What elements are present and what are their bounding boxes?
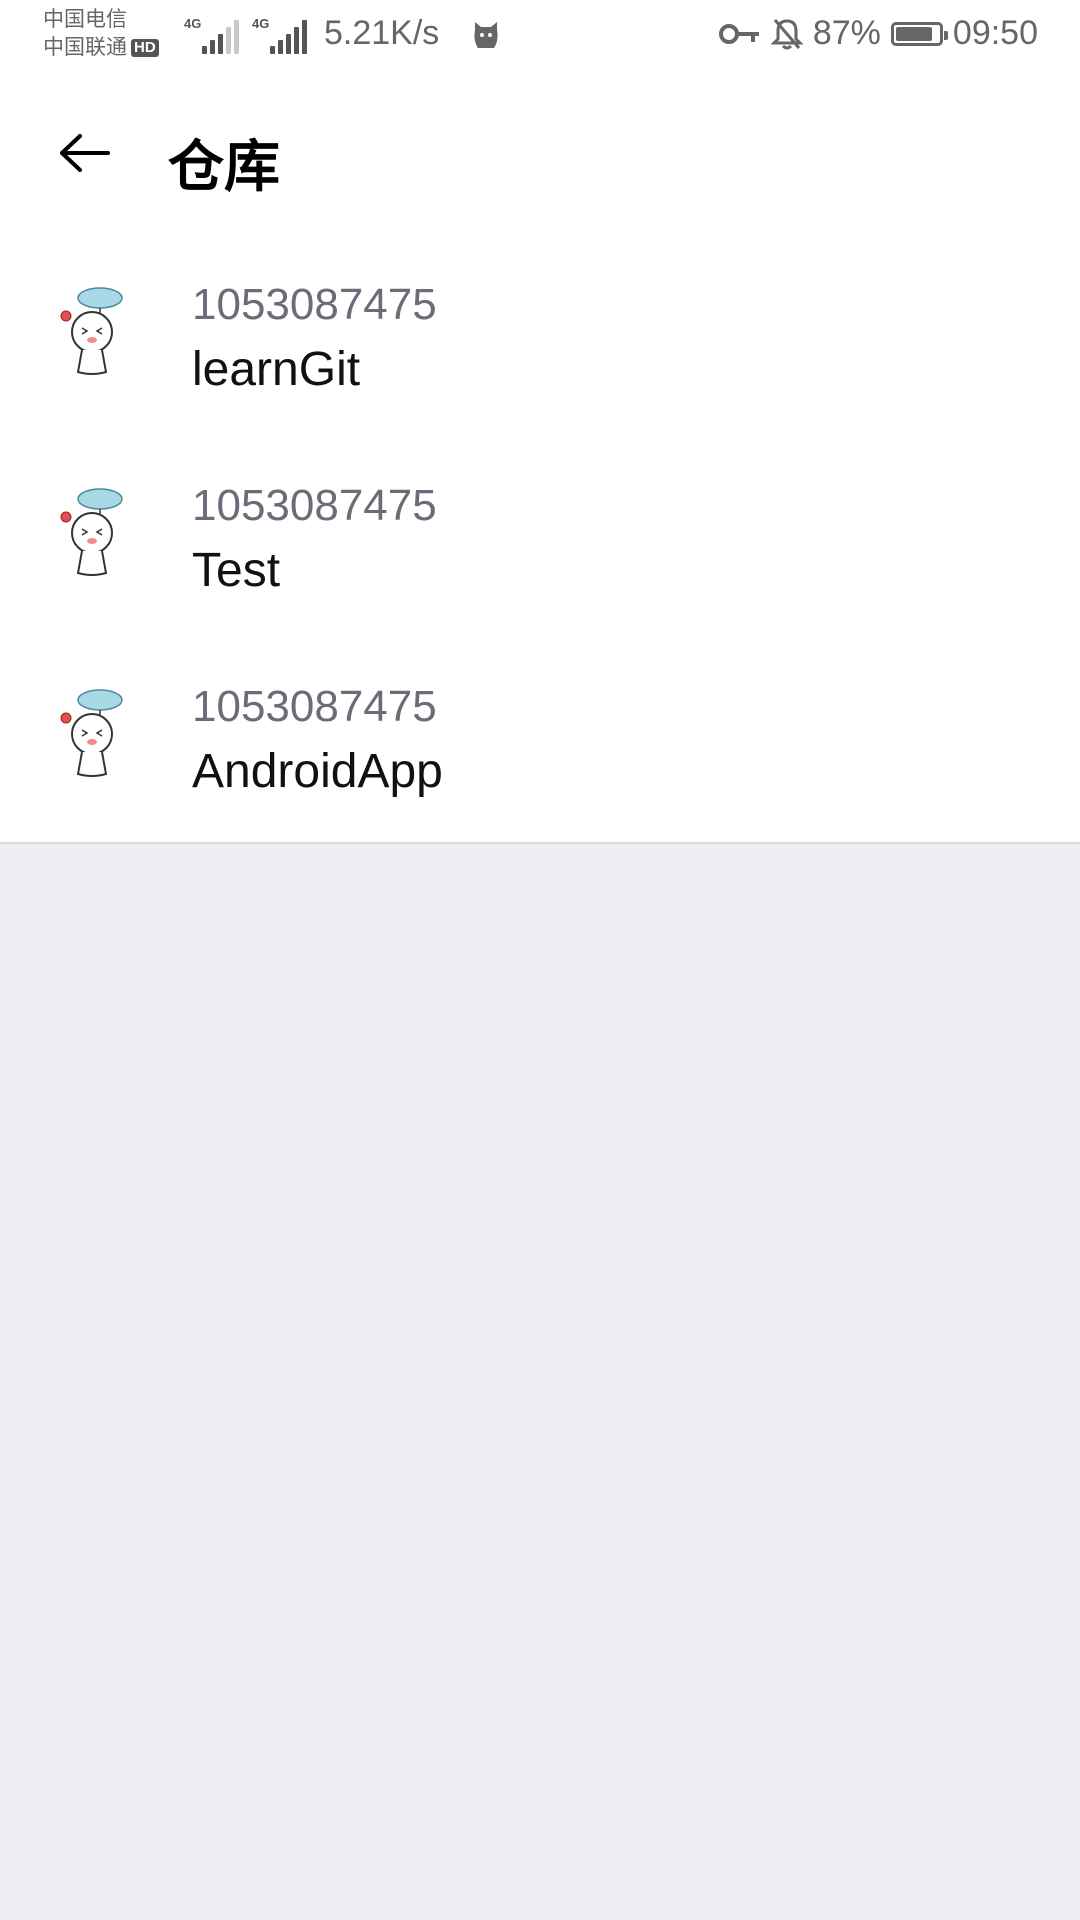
carrier-2: 中国联通 (43, 36, 127, 59)
carrier-info: 中国电信 中国联通 HD (43, 6, 159, 62)
avatar (60, 287, 123, 375)
signal-indicators: 4G 4G (184, 16, 308, 54)
status-bar: 中国电信 中国联通 HD 4G 4G 5.21K/s 87% 09:50 (0, 0, 1080, 76)
cat-app-icon (474, 22, 498, 48)
carrier-1: 中国电信 (43, 8, 127, 31)
avatar (60, 488, 123, 576)
battery-percent: 87% (812, 14, 881, 52)
repo-item[interactable]: 1053087475 Test (0, 435, 1080, 636)
arrow-left-icon (60, 134, 110, 172)
repo-item[interactable]: 1053087475 AndroidApp (0, 636, 1080, 837)
net-speed: 5.21K/s (324, 14, 440, 52)
avatar (60, 689, 123, 777)
page-title: 仓库 (168, 135, 280, 198)
repo-item[interactable]: 1053087475 learnGit (0, 234, 1080, 435)
signal-icon: 4G (252, 16, 308, 54)
status-right: 87% 09:50 (718, 14, 1038, 53)
repo-list: 1053087475 learnGit 1053087475 Test 1053… (0, 234, 1080, 844)
bell-off-icon (770, 18, 803, 49)
clock: 09:50 (952, 14, 1038, 52)
back-button[interactable] (46, 120, 122, 186)
repo-owner: 1053087475 (192, 682, 437, 731)
network-tag-2: 4G (252, 16, 270, 31)
battery-icon (890, 21, 948, 46)
repo-name: AndroidApp (192, 745, 443, 798)
repo-owner: 1053087475 (192, 481, 437, 530)
signal-icon: 4G (184, 16, 240, 54)
hd-badge: HD (131, 39, 159, 57)
repo-name: Test (192, 544, 281, 597)
key-icon (718, 23, 759, 44)
repo-owner: 1053087475 (192, 280, 437, 329)
repo-name: learnGit (192, 343, 361, 396)
network-tag-1: 4G (184, 16, 202, 31)
app-bar: 仓库 (0, 76, 1080, 234)
